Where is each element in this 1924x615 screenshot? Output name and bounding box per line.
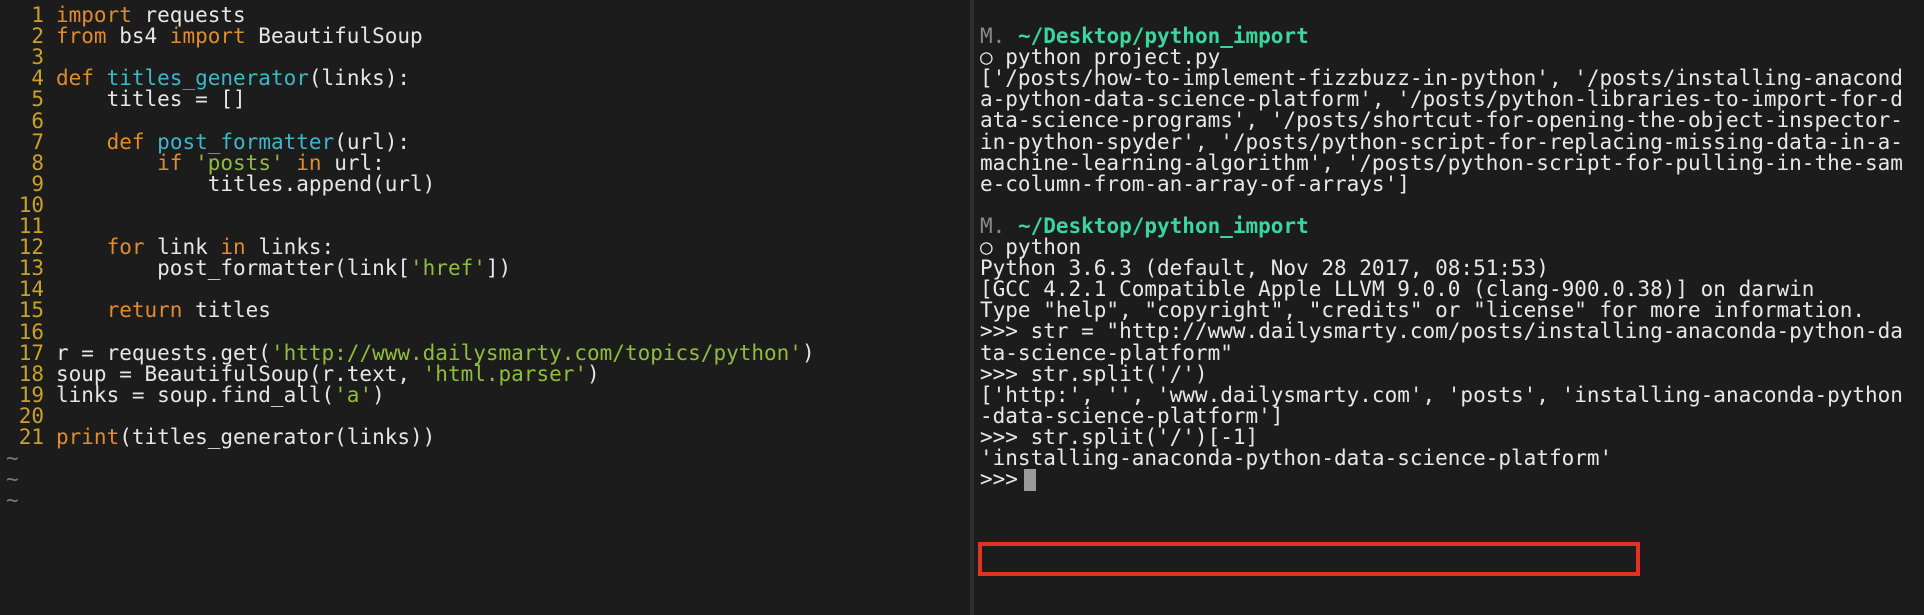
- code-text: print(titles_generator(links)): [56, 425, 435, 449]
- code-token: ): [587, 361, 600, 386]
- code-text: links = soup.find_all('a'): [56, 383, 385, 407]
- code-token: 'href': [410, 256, 486, 281]
- code-token: return: [106, 298, 183, 323]
- terminal-pane[interactable]: M. ~/Desktop/python_import ○ python proje…: [974, 0, 1924, 615]
- code-token: post_formatter(link[: [56, 256, 411, 281]
- code-token: links = soup.find_all(: [56, 382, 335, 407]
- code-token: import: [169, 24, 246, 49]
- code-line[interactable]: 19 links = soup.find_all('a'): [0, 382, 385, 408]
- code-token: 'html.parser': [422, 361, 588, 386]
- highlight-box: [978, 542, 1640, 576]
- code-line[interactable]: 21 print(titles_generator(links)): [0, 424, 436, 450]
- code-token: titles = []: [56, 87, 246, 112]
- terminal-text: 'installing-anaconda-python-data-science…: [980, 446, 1613, 470]
- empty-line-tilde: ~: [6, 488, 19, 513]
- terminal-text: e-column-from-an-array-of-arrays']: [980, 171, 1410, 196]
- code-line[interactable]: 2 from bs4 import BeautifulSoup: [0, 23, 423, 49]
- code-text: post_formatter(link['href']): [56, 256, 511, 280]
- terminal-line: 'installing-anaconda-python-data-science…: [980, 445, 1612, 471]
- code-token: ): [801, 340, 815, 365]
- code-editor-pane[interactable]: 1 import requests 2 from bs4 import Beautif…: [0, 0, 970, 615]
- code-token: (links):: [308, 66, 411, 91]
- terminal-input-line[interactable]: >>>: [980, 466, 1036, 492]
- code-token: BeautifulSoup: [245, 24, 423, 49]
- code-token: bs4: [106, 24, 170, 49]
- code-token: print: [56, 425, 120, 449]
- prompt-text: >>>: [980, 467, 1018, 492]
- code-token: ]): [485, 256, 512, 281]
- code-line[interactable]: 9 titles.append(url): [0, 171, 435, 197]
- code-text: return titles: [56, 298, 271, 322]
- code-token: from: [56, 24, 107, 49]
- code-token: titles.append(url): [56, 171, 436, 196]
- code-text: titles = []: [56, 87, 246, 111]
- code-text: from bs4 import BeautifulSoup: [56, 24, 423, 48]
- code-text: titles.append(url): [56, 171, 436, 196]
- code-token: titles: [182, 298, 271, 323]
- terminal-line: e-column-from-an-array-of-arrays']: [980, 171, 1410, 197]
- code-line[interactable]: 13 post_formatter(link['href']): [0, 255, 511, 281]
- code-token: (titles_generator(links)): [119, 425, 436, 449]
- text-cursor: [1023, 469, 1036, 492]
- code-token: 'a': [334, 382, 373, 407]
- code-token: ): [372, 382, 385, 407]
